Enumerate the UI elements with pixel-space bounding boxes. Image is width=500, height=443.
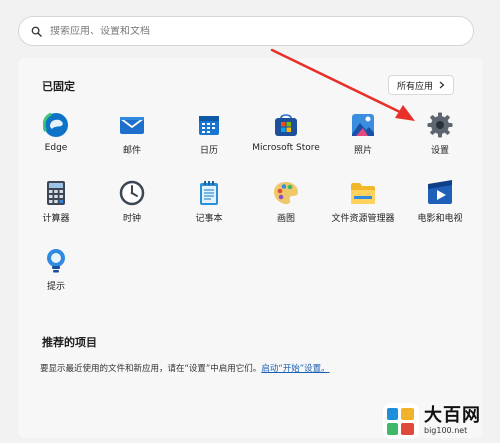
tips-icon [43, 248, 69, 274]
app-label: 画图 [276, 214, 295, 224]
app-label: 电影和电视 [417, 214, 463, 224]
app-label: 提示 [46, 282, 65, 292]
edge-icon [43, 112, 69, 138]
watermark-url: big100.net [424, 426, 468, 435]
app-label: Edge [44, 143, 68, 153]
app-microsoft-store[interactable]: Microsoft Store [245, 112, 327, 174]
app-calendar[interactable]: 日历 [168, 112, 250, 174]
app-label: 邮件 [122, 146, 141, 156]
app-paint[interactable]: 画图 [245, 180, 327, 242]
app-tips[interactable]: 提示 [15, 248, 97, 310]
search-icon [31, 26, 42, 37]
pinned-title: 已固定 [42, 80, 75, 93]
app-label: Microsoft Store [252, 143, 320, 153]
calculator-icon [43, 180, 69, 206]
search-box[interactable] [18, 16, 474, 46]
store-icon [273, 112, 299, 138]
recommended-text: 要显示最近使用的文件和新应用，请在“设置”中启用它们。启动“开始”设置。 [40, 362, 330, 374]
app-mail[interactable]: 邮件 [91, 112, 173, 174]
watermark-title: 大百网 [424, 405, 481, 426]
notepad-icon [196, 180, 222, 206]
start-settings-link[interactable]: 启动“开始”设置。 [261, 364, 329, 374]
all-apps-label: 所有应用 [397, 81, 434, 92]
search-input[interactable] [50, 25, 430, 37]
app-settings[interactable]: 设置 [399, 112, 481, 174]
app-calculator[interactable]: 计算器 [15, 180, 97, 242]
app-label: 时钟 [122, 214, 141, 224]
gear-icon [427, 112, 453, 138]
app-label: 照片 [353, 146, 372, 156]
app-label: 设置 [430, 146, 449, 156]
watermark-logo-icon [383, 402, 419, 439]
app-photos[interactable]: 照片 [322, 112, 404, 174]
movies-icon [427, 180, 453, 206]
app-label: 计算器 [42, 214, 70, 224]
calendar-icon [196, 112, 222, 138]
recommended-title: 推荐的项目 [42, 336, 97, 349]
app-file-explorer[interactable]: 文件资源管理器 [322, 180, 404, 242]
watermark: 大百网 big100.net [382, 398, 500, 443]
mail-icon [119, 112, 145, 138]
app-label: 日历 [199, 146, 218, 156]
app-notepad[interactable]: 记事本 [168, 180, 250, 242]
paint-icon [273, 180, 299, 206]
folder-icon [350, 180, 376, 206]
app-clock[interactable]: 时钟 [91, 180, 173, 242]
recommended-description: 要显示最近使用的文件和新应用，请在“设置”中启用它们。 [40, 364, 262, 374]
app-movies-tv[interactable]: 电影和电视 [399, 180, 481, 242]
clock-icon [119, 180, 145, 206]
all-apps-button[interactable]: 所有应用 [388, 75, 455, 95]
app-label: 文件资源管理器 [331, 214, 395, 224]
app-edge[interactable]: Edge [15, 112, 97, 174]
chevron-right-icon [439, 81, 445, 89]
photos-icon [350, 112, 376, 138]
app-label: 记事本 [195, 214, 223, 224]
